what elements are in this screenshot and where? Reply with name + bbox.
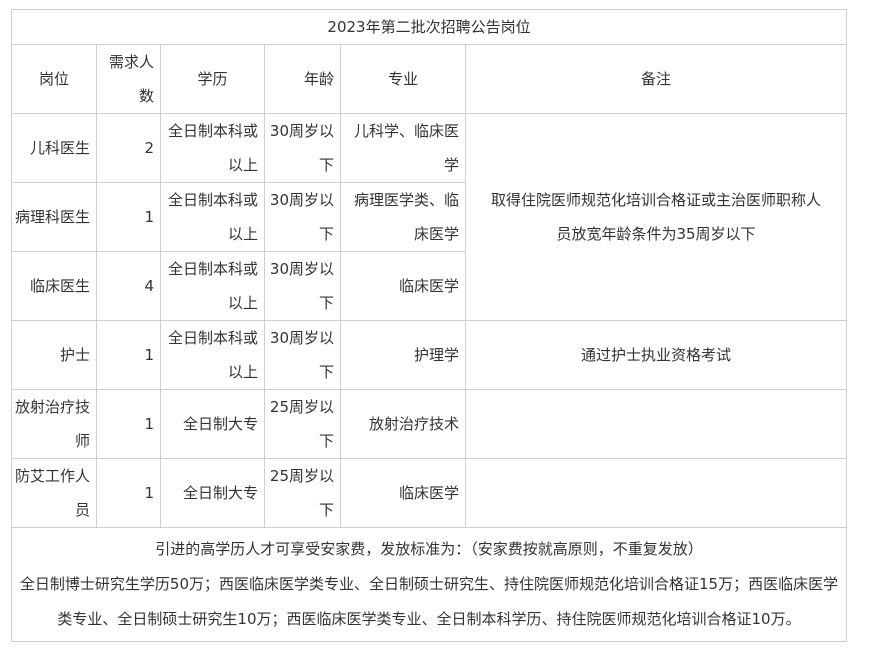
cell-count: 4 xyxy=(96,251,161,321)
cell-position: 临床医生 xyxy=(11,251,97,321)
header-education: 学历 xyxy=(160,44,265,114)
table-title: 2023年第二批次招聘公告岗位 xyxy=(11,9,847,45)
remark-doctors: 取得住院医师规范化培训合格证或主治医师职称人员放宽年龄条件为35周岁以下 xyxy=(465,113,847,321)
cell-position: 放射治疗技师 xyxy=(11,389,97,459)
cell-major: 儿科学、临床医学 xyxy=(340,113,466,183)
cell-count: 2 xyxy=(96,113,161,183)
cell-count: 1 xyxy=(96,458,161,528)
cell-education: 全日制本科或以上 xyxy=(160,182,265,252)
table-row: 放射治疗技师 1 全日制大专 25周岁以下 放射治疗技术 xyxy=(11,389,847,459)
cell-education: 全日制本科或以上 xyxy=(160,113,265,183)
cell-major: 临床医学 xyxy=(340,251,466,321)
cell-position: 儿科医生 xyxy=(11,113,97,183)
table-row: 儿科医生 2 全日制本科或以上 30周岁以下 儿科学、临床医学 取得住院医师规范… xyxy=(11,113,847,321)
remark-empty xyxy=(465,389,847,459)
cell-education: 全日制本科或以上 xyxy=(160,251,265,321)
remark-nurse: 通过护士执业资格考试 xyxy=(465,320,847,390)
header-count: 需求人数 xyxy=(96,44,161,114)
cell-count: 1 xyxy=(96,320,161,390)
header-major: 专业 xyxy=(340,44,466,114)
cell-education: 全日制本科或以上 xyxy=(160,320,265,390)
footer-line-2: 全日制博士研究生学历50万；西医临床医学类专业、全日制硕士研究生、持住院医师规范… xyxy=(19,575,839,628)
cell-major: 临床医学 xyxy=(340,458,466,528)
cell-education: 全日制大专 xyxy=(160,389,265,459)
cell-age: 25周岁以下 xyxy=(264,458,341,528)
recruitment-table: 2023年第二批次招聘公告岗位 岗位 需求人数 学历 年龄 专业 备注 儿科医生… xyxy=(11,9,847,642)
cell-position: 防艾工作人员 xyxy=(11,458,97,528)
cell-major: 放射治疗技术 xyxy=(340,389,466,459)
cell-major: 病理医学类、临床医学 xyxy=(340,182,466,252)
cell-education: 全日制大专 xyxy=(160,458,265,528)
table-footer: 引进的高学历人才可享受安家费，发放标准为：（安家费按就高原则，不重复发放） 全日… xyxy=(11,527,847,642)
header-position: 岗位 xyxy=(11,44,97,114)
footer-line-1: 引进的高学历人才可享受安家费，发放标准为：（安家费按就高原则，不重复发放） xyxy=(155,540,703,558)
header-age: 年龄 xyxy=(264,44,341,114)
cell-age: 30周岁以下 xyxy=(264,182,341,252)
cell-age: 30周岁以下 xyxy=(264,320,341,390)
cell-age: 30周岁以下 xyxy=(264,113,341,183)
cell-count: 1 xyxy=(96,389,161,459)
cell-age: 25周岁以下 xyxy=(264,389,341,459)
remark-empty xyxy=(465,458,847,528)
cell-age: 30周岁以下 xyxy=(264,251,341,321)
cell-position: 病理科医生 xyxy=(11,182,97,252)
table-row: 防艾工作人员 1 全日制大专 25周岁以下 临床医学 xyxy=(11,458,847,528)
cell-major: 护理学 xyxy=(340,320,466,390)
cell-position: 护士 xyxy=(11,320,97,390)
cell-count: 1 xyxy=(96,182,161,252)
header-remarks: 备注 xyxy=(465,44,847,114)
table-row: 护士 1 全日制本科或以上 30周岁以下 护理学 通过护士执业资格考试 xyxy=(11,320,847,390)
